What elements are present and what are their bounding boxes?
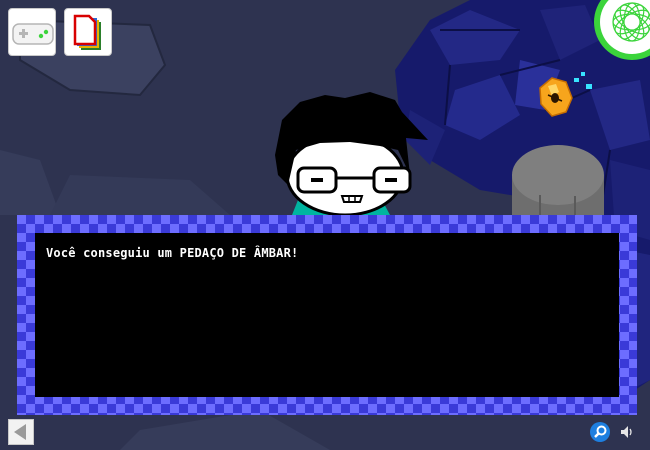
journal-icon: [73, 14, 101, 50]
dialog-box[interactable]: Você conseguiu um PEDAÇO DE ÂMBAR!: [17, 215, 637, 415]
spirograph-button[interactable]: [592, 0, 650, 62]
speaker-icon: [621, 426, 632, 438]
zoom-icon: [590, 422, 610, 442]
back-button[interactable]: [8, 419, 34, 445]
spirograph-icon: [594, 0, 650, 60]
back-arrow-icon: [14, 424, 26, 440]
zoom-button[interactable]: [589, 421, 611, 443]
stone-pedestal: [512, 145, 604, 220]
gamepad-button[interactable]: [8, 8, 56, 56]
dialog-message: Você conseguiu um PEDAÇO DE ÂMBAR!: [46, 246, 299, 260]
dialog-panel: Você conseguiu um PEDAÇO DE ÂMBAR!: [35, 233, 619, 397]
sound-button[interactable]: [618, 423, 636, 441]
journal-button[interactable]: [64, 8, 112, 56]
gamepad-icon: [12, 23, 54, 45]
